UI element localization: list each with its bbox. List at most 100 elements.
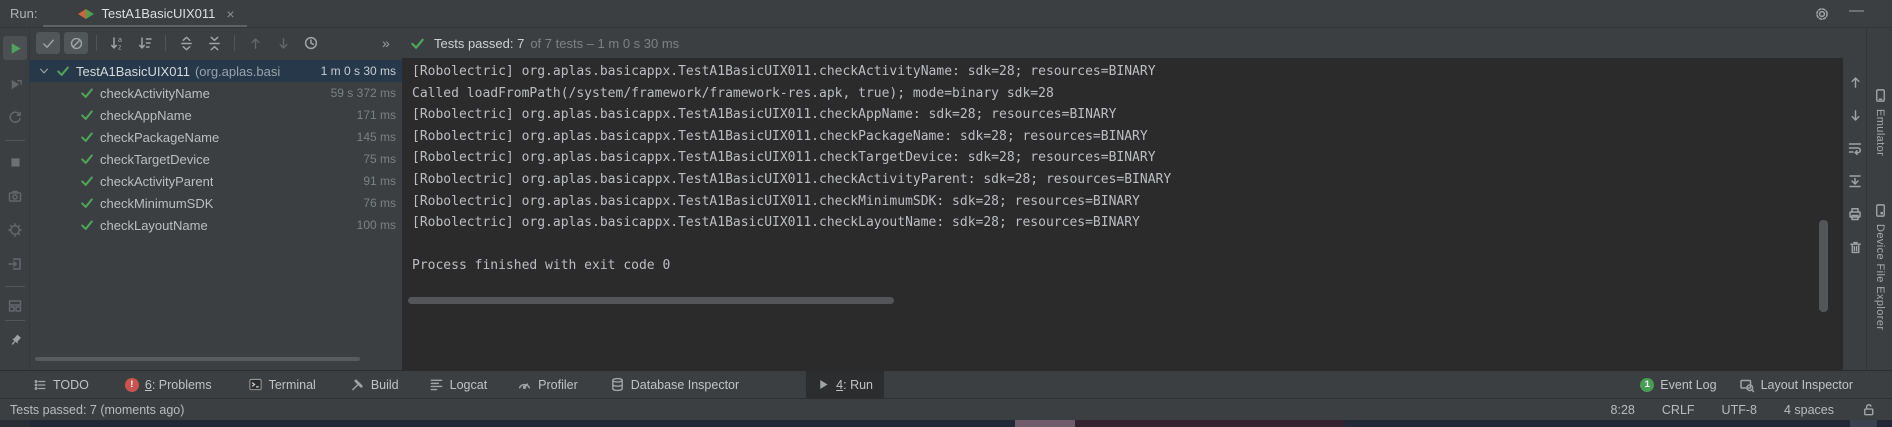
tree-row-test[interactable]: checkActivityParent 91 ms	[30, 170, 402, 192]
tab-underline	[43, 25, 247, 27]
database-icon	[610, 377, 625, 392]
console-horizontal-scrollbar[interactable]	[408, 297, 894, 304]
test-passed-icon	[56, 64, 70, 78]
console-output[interactable]: [Robolectric] org.aplas.basicappx.TestA1…	[402, 58, 1843, 370]
expand-all-button[interactable]	[174, 32, 198, 54]
pin-tab-button[interactable]	[3, 328, 27, 352]
database-inspector-tab[interactable]: Database Inspector	[599, 371, 750, 398]
layout-inspector-tab[interactable]: Layout Inspector	[1728, 371, 1864, 398]
console-line: [Robolectric] org.aplas.basicappx.TestA1…	[402, 104, 1843, 126]
console-line: [Robolectric] org.aplas.basicappx.TestA1…	[402, 191, 1843, 213]
console-vertical-scrollbar[interactable]	[1819, 220, 1828, 312]
print-icon[interactable]	[1845, 204, 1865, 224]
caret-position[interactable]: 8:28	[1611, 403, 1635, 417]
run-config-tab[interactable]: TestA1BasicUIX011 ×	[70, 0, 242, 27]
run-play-icon	[817, 378, 830, 391]
tree-row-test[interactable]: checkAppName 171 ms	[30, 104, 402, 126]
encoding-indicator[interactable]: UTF-8	[1722, 403, 1757, 417]
terminal-icon	[248, 377, 263, 392]
profiler-tab[interactable]: Profiler	[506, 371, 589, 398]
logcat-icon	[429, 377, 444, 392]
svg-text:a: a	[118, 37, 122, 44]
terminal-tab[interactable]: Terminal	[237, 371, 327, 398]
test-name: checkPackageName	[100, 130, 219, 145]
tree-row-test[interactable]: checkTargetDevice 75 ms	[30, 148, 402, 170]
line-separator-indicator[interactable]: CRLF	[1662, 403, 1695, 417]
logcat-tab-label: Logcat	[450, 378, 488, 392]
tree-row-root[interactable]: TestA1BasicUIX011 (org.aplas.basi 1 m 0 …	[30, 60, 402, 82]
test-name: checkLayoutName	[100, 218, 208, 233]
run-config-tab-label: TestA1BasicUIX011	[101, 6, 215, 21]
run-tab[interactable]: 4: Run	[806, 371, 884, 398]
todo-tab-label: TODO	[53, 378, 89, 392]
test-name: checkActivityParent	[100, 174, 213, 189]
chevron-down-icon[interactable]	[38, 65, 50, 77]
show-passed-toggle[interactable]	[36, 32, 60, 54]
emulator-tab[interactable]: Emulator	[1867, 88, 1892, 156]
scroll-to-end-icon[interactable]	[1845, 171, 1865, 191]
soft-wrap-icon[interactable]	[1845, 138, 1865, 158]
sort-by-duration-button[interactable]	[133, 32, 157, 54]
test-name: checkActivityName	[100, 86, 210, 101]
emulator-icon	[1873, 88, 1888, 103]
root-test-name: TestA1BasicUIX011	[76, 64, 190, 79]
test-tree[interactable]: TestA1BasicUIX011 (org.aplas.basi 1 m 0 …	[30, 58, 402, 370]
prev-message-icon[interactable]	[1845, 72, 1865, 92]
tool-window-bar: TODO ! 6: Problems Terminal Build Logcat…	[0, 370, 1892, 398]
sort-alphabetically-button[interactable]: az	[105, 32, 129, 54]
rerun-failed-tests-button[interactable]	[3, 72, 27, 96]
lock-icon[interactable]	[1861, 402, 1876, 417]
clear-all-icon[interactable]	[1845, 237, 1865, 257]
test-time: 100 ms	[357, 218, 402, 232]
problems-tab[interactable]: ! 6: Problems	[114, 371, 223, 398]
logcat-tab[interactable]: Logcat	[418, 371, 499, 398]
root-test-time: 1 m 0 s 30 ms	[321, 64, 402, 78]
tests-passed-icon	[410, 36, 425, 51]
test-time: 59 s 372 ms	[331, 86, 402, 100]
test-passed-icon	[80, 174, 94, 188]
build-tab[interactable]: Build	[339, 371, 410, 398]
console-line: [Robolectric] org.aplas.basicappx.TestA1…	[402, 212, 1843, 234]
collapse-all-button[interactable]	[202, 32, 226, 54]
next-message-icon[interactable]	[1845, 105, 1865, 125]
event-log-tab[interactable]: 1 Event Log	[1629, 371, 1727, 398]
todo-tab[interactable]: TODO	[22, 371, 100, 398]
run-left-toolbar	[0, 28, 30, 370]
close-icon[interactable]: ×	[226, 6, 234, 22]
problems-error-icon: !	[125, 378, 139, 392]
test-name: checkMinimumSDK	[100, 196, 213, 211]
right-tool-stripe: Emulator Device File Explorer	[1866, 28, 1892, 370]
screenshot-button[interactable]	[3, 184, 27, 208]
rerun-button[interactable]	[3, 36, 27, 60]
layout-inspector-icon	[1739, 377, 1755, 393]
test-passed-icon	[80, 196, 94, 210]
stop-button[interactable]	[3, 150, 27, 174]
minimize-icon[interactable]: —	[1849, 2, 1864, 19]
show-ignored-toggle[interactable]	[64, 32, 88, 54]
gear-icon[interactable]	[1814, 6, 1830, 22]
toggle-auto-test-button[interactable]	[3, 106, 27, 130]
event-log-badge: 1	[1640, 378, 1654, 392]
tree-horizontal-scrollbar[interactable]	[35, 357, 360, 361]
test-passed-icon	[80, 86, 94, 100]
run-config-icon	[78, 9, 94, 19]
tree-row-test[interactable]: checkActivityName 59 s 372 ms	[30, 82, 402, 104]
database-inspector-tab-label: Database Inspector	[631, 378, 739, 392]
restore-layout-button[interactable]	[3, 294, 27, 318]
more-actions-chevron[interactable]: »	[382, 28, 390, 58]
tree-row-test[interactable]: checkMinimumSDK 76 ms	[30, 192, 402, 214]
console-line: [Robolectric] org.aplas.basicappx.TestA1…	[402, 169, 1843, 191]
test-time: 75 ms	[363, 152, 402, 166]
import-test-results-button[interactable]	[3, 252, 27, 276]
console-line: [Robolectric] org.aplas.basicappx.TestA1…	[402, 147, 1843, 169]
console-line: Process finished with exit code 0	[402, 255, 1843, 277]
next-occurrence-button[interactable]	[271, 32, 295, 54]
profile-tests-button[interactable]	[3, 218, 27, 242]
tree-row-test[interactable]: checkLayoutName 100 ms	[30, 214, 402, 236]
test-history-icon[interactable]	[299, 32, 323, 54]
previous-occurrence-button[interactable]	[243, 32, 267, 54]
tree-row-test[interactable]: checkPackageName 145 ms	[30, 126, 402, 148]
indent-indicator[interactable]: 4 spaces	[1784, 403, 1834, 417]
device-file-explorer-icon	[1873, 203, 1888, 218]
device-file-explorer-tab[interactable]: Device File Explorer	[1867, 203, 1892, 330]
